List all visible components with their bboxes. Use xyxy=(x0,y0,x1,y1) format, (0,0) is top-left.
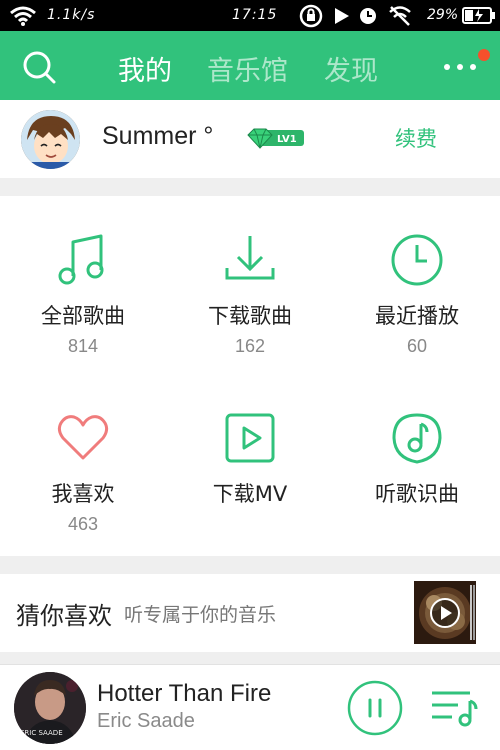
grid-item-label: 下载MV xyxy=(212,482,288,506)
grid-item-label: 我喜欢 xyxy=(51,482,115,506)
grid-item-favorites[interactable]: 我喜欢 463 xyxy=(0,410,166,535)
vip-diamond-icon: LV1 xyxy=(247,128,304,149)
avatar[interactable] xyxy=(21,110,80,169)
guess-subtitle: 听专属于你的音乐 xyxy=(124,604,277,626)
clock-icon xyxy=(391,234,443,286)
download-icon xyxy=(225,236,275,280)
grid-item-label: 最近播放 xyxy=(375,304,459,328)
guess-title: 猜你喜欢 xyxy=(16,602,112,630)
play-status-icon xyxy=(335,8,349,24)
tab-discover[interactable]: 发现 xyxy=(324,49,378,88)
tab-music-hall[interactable]: 音乐馆 xyxy=(207,49,288,88)
profile-row[interactable]: Summer ° LV1 续费 xyxy=(0,100,500,178)
album-art[interactable]: ERIC SAADE xyxy=(14,672,86,744)
playlist-icon[interactable] xyxy=(430,689,478,727)
grid-item-count: 463 xyxy=(67,514,99,534)
guess-cover-art[interactable] xyxy=(414,581,476,644)
music-note-icon xyxy=(58,234,104,285)
more-icon[interactable] xyxy=(443,63,477,71)
grid-item-all-songs[interactable]: 全部歌曲 814 xyxy=(0,232,166,357)
grid-item-recently-played[interactable]: 最近播放 60 xyxy=(334,232,500,357)
top-nav-bar: 我的 音乐馆 发现 xyxy=(0,31,500,100)
grid-item-label: 全部歌曲 xyxy=(41,304,125,328)
tab-mine[interactable]: 我的 xyxy=(118,49,172,88)
level-badge-text: LV1 xyxy=(277,134,297,145)
grid-item-label: 听歌识曲 xyxy=(375,482,459,506)
mini-player[interactable]: ERIC SAADE Hotter Than Fire Eric Saade xyxy=(0,664,500,750)
heart-icon xyxy=(57,415,109,460)
alarm-icon xyxy=(360,8,376,24)
artist-name: Eric Saade xyxy=(97,710,195,732)
pause-icon[interactable] xyxy=(346,679,404,737)
song-title: Hotter Than Fire xyxy=(97,680,272,707)
clock-time: 17:15 xyxy=(232,7,278,23)
guess-you-like-banner[interactable]: 猜你喜欢 听专属于你的音乐 xyxy=(0,574,500,652)
grid-item-label: 下载歌曲 xyxy=(208,304,292,328)
music-recognize-icon xyxy=(392,413,442,464)
notification-dot xyxy=(478,49,490,61)
grid-item-music-recognition[interactable]: 听歌识曲 xyxy=(334,410,500,508)
renew-button[interactable]: 续费 xyxy=(395,123,437,153)
grid-item-count: 60 xyxy=(406,336,428,356)
grid-item-count: 814 xyxy=(67,336,99,356)
battery-icon xyxy=(462,7,495,24)
no-signal-icon xyxy=(389,6,411,26)
grid-item-downloaded-mv[interactable]: 下载MV xyxy=(167,410,333,508)
grid-item-count: 162 xyxy=(234,336,266,356)
battery-percent: 29% xyxy=(427,7,459,23)
album-art-text: ERIC SAADE xyxy=(20,729,63,737)
wifi-icon xyxy=(10,6,36,26)
search-icon[interactable] xyxy=(22,50,56,84)
username[interactable]: Summer ° xyxy=(102,122,213,151)
video-play-icon xyxy=(225,413,275,463)
rotation-lock-icon xyxy=(299,4,323,28)
my-music-grid: 全部歌曲 814 下载歌曲 162 最近播放 60 我喜欢 463 下载MV 听… xyxy=(0,196,500,556)
grid-item-downloaded-songs[interactable]: 下载歌曲 162 xyxy=(167,232,333,357)
status-bar: 1.1k/s 17:15 29% xyxy=(0,0,500,31)
network-speed: 1.1k/s xyxy=(47,7,96,23)
